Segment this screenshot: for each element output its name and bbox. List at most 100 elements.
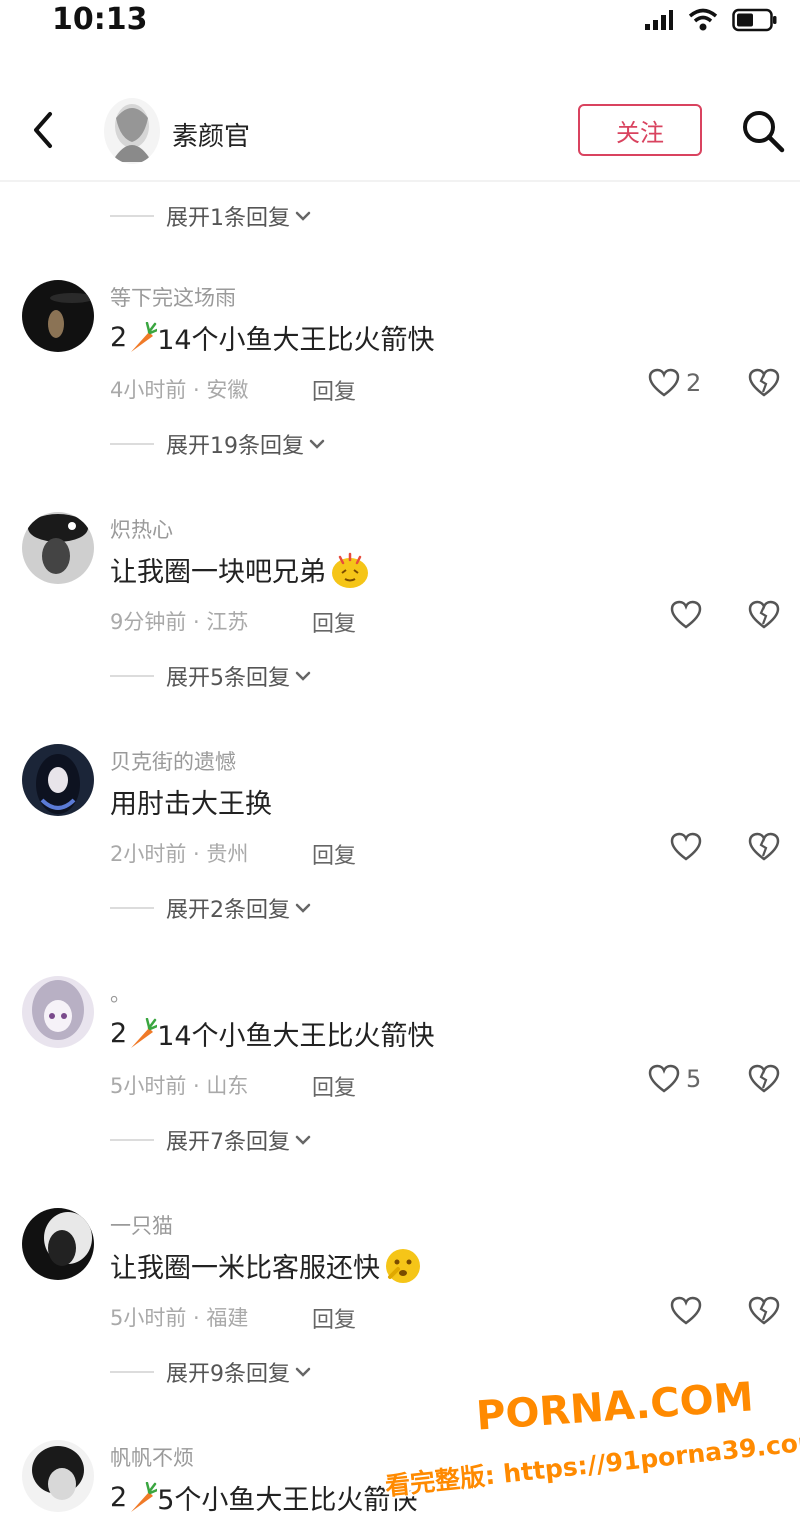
comment-text: 让我圈一块吧兄弟: [110, 550, 370, 589]
watermark-title: PORNA.COM: [474, 1374, 755, 1440]
comment-meta: 4小时前 · 安徽: [110, 378, 249, 402]
chevron-left-icon: [34, 112, 52, 148]
expand-replies-label: 展开2条回复: [166, 898, 290, 923]
like-button[interactable]: [670, 600, 708, 630]
comment-meta: 2小时前 · 贵州: [110, 842, 249, 866]
comment-meta: 9分钟前 · 江苏: [110, 610, 249, 634]
comment-item: 炽热心 让我圈一块吧兄弟 9分钟前 · 江苏 回复 展开5条回复: [0, 512, 800, 744]
comment-text-body: 用肘击大王换: [110, 789, 272, 820]
expand-replies-label: 展开5条回复: [166, 666, 290, 691]
thinking-face-icon: [386, 1248, 420, 1283]
comment-username[interactable]: 炽热心: [110, 514, 173, 544]
avatar[interactable]: [104, 98, 160, 164]
avatar[interactable]: [22, 976, 94, 1048]
comment-text: 2 14个小鱼大王比火箭快: [110, 318, 435, 357]
expand-replies-button[interactable]: 展开9条回复: [110, 1356, 312, 1388]
divider: [110, 907, 154, 909]
comment-item: 等下完这场雨 2 14个小鱼大王比火箭快 4小时前 · 安徽 回复 2 展开19…: [0, 280, 800, 512]
dislike-button[interactable]: [748, 368, 780, 402]
expand-replies-button[interactable]: 展开19条回复: [110, 428, 326, 460]
broken-heart-icon: [748, 600, 780, 629]
broken-heart-icon: [748, 1064, 780, 1093]
comment-text-body: 让我圈一块吧兄弟: [110, 557, 326, 588]
avatar[interactable]: [22, 1208, 94, 1280]
chevron-down-icon: [295, 1367, 311, 1377]
comment-text-prefix: 2: [110, 1018, 128, 1049]
comment-username[interactable]: 贝克街的遗憾: [110, 746, 236, 776]
signal-icon: [645, 10, 673, 30]
profile-header: 素颜官 关注: [0, 90, 800, 182]
wifi-icon: [688, 8, 718, 31]
dislike-button[interactable]: [748, 1064, 780, 1098]
reply-button[interactable]: 回复: [312, 1302, 356, 1334]
dislike-button[interactable]: [748, 600, 780, 634]
search-button[interactable]: [740, 108, 786, 154]
heart-icon: [670, 832, 702, 861]
comment-text: 2 14个小鱼大王比火箭快: [110, 1014, 435, 1053]
comment-text-body: 14个小鱼大王比火箭快: [157, 1021, 435, 1052]
avatar[interactable]: [22, 744, 94, 816]
broken-heart-icon: [748, 368, 780, 397]
comment-username[interactable]: 一只猫: [110, 1210, 173, 1240]
dislike-button[interactable]: [748, 1296, 780, 1330]
comment-text: 用肘击大王换: [110, 782, 272, 821]
reply-button[interactable]: 回复: [312, 1070, 356, 1102]
comment-item: 。 2 14个小鱼大王比火箭快 5小时前 · 山东 回复 5 展开7条回复: [0, 976, 800, 1208]
carrot-icon: [131, 1017, 158, 1048]
heart-icon: [670, 600, 702, 629]
expand-replies-button[interactable]: 展开2条回复: [110, 892, 312, 924]
comment-text-prefix: 2: [110, 322, 128, 353]
like-button[interactable]: [670, 1296, 708, 1326]
chevron-down-icon: [295, 903, 311, 913]
chevron-down-icon: [295, 211, 311, 221]
divider: [110, 215, 154, 217]
avatar[interactable]: [22, 280, 94, 352]
watermark: PORNA.COM 看完整版: https://91porna39.com: [380, 1374, 800, 1528]
reply-button[interactable]: 回复: [312, 838, 356, 870]
expand-replies-label: 展开9条回复: [166, 1362, 290, 1387]
chevron-down-icon: [309, 439, 325, 449]
comment-username[interactable]: 等下完这场雨: [110, 282, 236, 312]
comment-item: 贝克街的遗憾 用肘击大王换 2小时前 · 贵州 回复 展开2条回复: [0, 744, 800, 976]
heart-icon: [670, 1296, 702, 1325]
comment-username[interactable]: 帆帆不烦: [110, 1442, 194, 1472]
reply-button[interactable]: 回复: [312, 606, 356, 638]
expand-replies-button[interactable]: 展开5条回复: [110, 660, 312, 692]
chevron-down-icon: [295, 671, 311, 681]
reply-button[interactable]: 回复: [312, 374, 356, 406]
like-count: 2: [686, 369, 702, 397]
comment-text-body: 让我圈一米比客服还快: [110, 1253, 380, 1284]
expand-replies-button[interactable]: 展开1条回复: [110, 200, 312, 232]
smile-face-icon: [332, 552, 368, 588]
expand-replies-label: 展开7条回复: [166, 1130, 290, 1155]
carrot-icon: [131, 321, 158, 352]
divider: [110, 1371, 154, 1373]
comment-text-prefix: 2: [110, 1482, 128, 1513]
status-icons: [644, 8, 778, 32]
avatar[interactable]: [22, 512, 94, 584]
broken-heart-icon: [748, 832, 780, 861]
dislike-button[interactable]: [748, 832, 780, 866]
battery-icon: [732, 8, 777, 32]
divider: [110, 443, 154, 445]
watermark-url: 看完整版: https://91porna39.com: [383, 1426, 800, 1501]
like-button[interactable]: 5: [648, 1064, 701, 1094]
divider: [110, 1139, 154, 1141]
comment-username[interactable]: 。: [110, 978, 131, 1008]
avatar[interactable]: [22, 1440, 94, 1512]
search-icon: [743, 111, 785, 153]
comment-text-body: 14个小鱼大王比火箭快: [157, 325, 435, 356]
heart-icon: [648, 368, 680, 397]
follow-button[interactable]: 关注: [578, 104, 702, 156]
comment-text-body: 5个小鱼大王比火箭快: [157, 1485, 418, 1516]
carrot-icon: [131, 1481, 158, 1512]
broken-heart-icon: [748, 1296, 780, 1325]
like-count: 5: [686, 1065, 702, 1093]
like-button[interactable]: 2: [648, 368, 701, 398]
back-button[interactable]: [26, 108, 62, 152]
like-button[interactable]: [670, 832, 708, 862]
expand-replies-button[interactable]: 展开7条回复: [110, 1124, 312, 1156]
expand-replies-label: 展开19条回复: [166, 434, 304, 459]
comment-meta: 5小时前 · 福建: [110, 1306, 249, 1330]
comment-meta: 5小时前 · 山东: [110, 1074, 249, 1098]
